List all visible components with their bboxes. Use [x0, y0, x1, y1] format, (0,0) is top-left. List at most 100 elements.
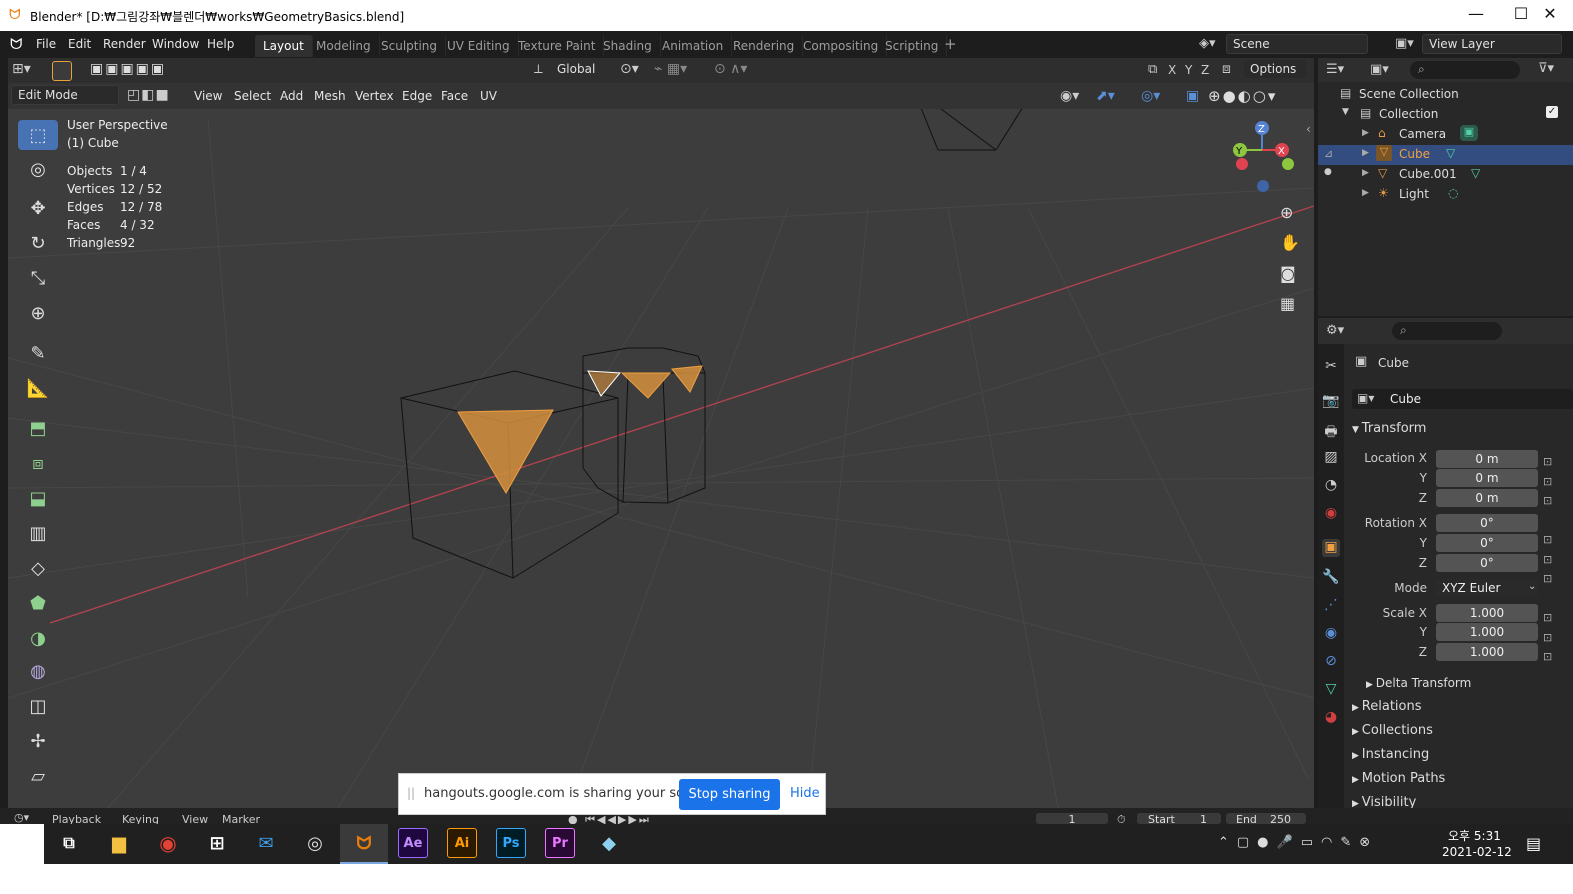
menu-vertex[interactable]: Vertex	[355, 89, 394, 103]
scene-tab-icon[interactable]: ◔	[1322, 477, 1340, 495]
tab-layout[interactable]: Layout	[255, 35, 313, 57]
3d-viewport[interactable]: ⊞▾ ▣▣▣▣▣ ⟂ Global ⊙▾ ⌁ ▦▾ ⊙ ∧▾ ⧉ X Y Z ⧈…	[8, 58, 1314, 808]
scale-tool-icon[interactable]: ⤡	[18, 263, 58, 293]
outliner-item-cube001[interactable]: ● ▶ ▽ Cube.001 ▽	[1318, 165, 1573, 185]
outliner-search-input[interactable]	[1410, 61, 1520, 79]
rotate-tool-icon[interactable]: ↻	[18, 228, 58, 258]
collections-panel[interactable]: ▶ Collections	[1352, 723, 1433, 738]
rotation-y-field[interactable]: 0°	[1436, 534, 1538, 552]
menu-add[interactable]: Add	[280, 89, 303, 103]
filter-icon[interactable]: ⊽▾	[1538, 61, 1554, 76]
expand-arrow-icon[interactable]: ▶	[1362, 128, 1369, 138]
viewport-scene[interactable]	[8, 58, 1314, 808]
task-view-icon[interactable]: ⧉	[54, 828, 84, 858]
tab-texture-paint[interactable]: Texture Paint	[510, 35, 605, 57]
outliner-item-light[interactable]: ▶ ☀ Light ◌	[1318, 185, 1573, 205]
tab-animation[interactable]: Animation	[654, 35, 733, 57]
file-explorer-icon[interactable]: ▆	[104, 828, 134, 858]
premiere-icon[interactable]: Pr	[545, 828, 575, 858]
camera-view-icon[interactable]: ◙	[1280, 264, 1296, 283]
scene-collection-row[interactable]: ▤ Scene Collection	[1318, 85, 1573, 105]
pan-hand-icon[interactable]: ✋	[1280, 233, 1300, 252]
mode-dropdown[interactable]: Edit Mode	[11, 85, 119, 105]
stop-sharing-button[interactable]: Stop sharing	[679, 779, 780, 810]
menu-uv[interactable]: UV	[480, 89, 497, 103]
tab-compositing[interactable]: Compositing	[795, 35, 888, 57]
app-swirl-icon[interactable]: ◎	[300, 828, 330, 858]
drag-handle-icon[interactable]: ||	[407, 786, 415, 800]
display-mode-icon[interactable]: ▣▾	[1370, 62, 1389, 77]
scale-z-field[interactable]: 1.000	[1436, 643, 1538, 661]
properties-search-input[interactable]	[1392, 322, 1502, 340]
snap-icon[interactable]: ⌁ ▦▾	[654, 61, 687, 77]
physics-tab-icon[interactable]: ◉	[1322, 625, 1340, 643]
tool-tab-icon[interactable]: ✂	[1322, 358, 1340, 376]
mesh-data-icon[interactable]: ▽	[1446, 146, 1455, 160]
object-tab-icon[interactable]: ▣	[1322, 539, 1340, 557]
photoshop-icon[interactable]: Ps	[496, 828, 526, 858]
current-frame-field[interactable]: 1	[1036, 813, 1108, 826]
tab-scripting[interactable]: Scripting	[877, 35, 948, 57]
scale-y-field[interactable]: 1.000	[1436, 623, 1538, 641]
proportional-edit-icon[interactable]: ⊙ ∧▾	[714, 61, 747, 77]
modifier-tab-icon[interactable]: 🔧	[1322, 569, 1340, 587]
menu-mesh[interactable]: Mesh	[314, 89, 346, 103]
collection-checkbox[interactable]: ✓	[1546, 106, 1558, 118]
mesh-data-icon[interactable]: ▽	[1471, 166, 1480, 180]
notification-icon[interactable]: ▤	[1526, 834, 1541, 853]
system-tray-icons[interactable]: ⌃▢●🎤▭◠✎⊗	[1218, 835, 1378, 850]
menu-edit[interactable]: Edit	[68, 37, 91, 51]
outliner-item-cube[interactable]: ⊿ ▶ ▽ Cube ▽	[1318, 145, 1573, 165]
minimize-button[interactable]: —	[1453, 4, 1499, 23]
close-button[interactable]: ✕	[1527, 4, 1573, 23]
selection-mode-icons[interactable]: ▣▣▣▣▣	[90, 61, 166, 77]
clock-date[interactable]: 2021-02-12	[1442, 845, 1512, 859]
light-data-icon[interactable]: ◌	[1448, 186, 1458, 200]
visibility-icon[interactable]: ◉▾	[1060, 88, 1079, 104]
measure-tool-icon[interactable]: 📐	[18, 373, 58, 403]
illustrator-icon[interactable]: Ai	[447, 828, 477, 858]
auto-merge-icon[interactable]: ⧈	[1222, 61, 1231, 77]
hide-button[interactable]: Hide	[790, 786, 820, 801]
expand-arrow-icon[interactable]: ▶	[1362, 188, 1369, 198]
menu-view[interactable]: View	[194, 89, 222, 103]
bevel-tool-icon[interactable]: ⬓	[18, 483, 58, 513]
spin-tool-icon[interactable]: ◑	[18, 623, 58, 653]
menu-help[interactable]: Help	[207, 37, 234, 51]
mirror-icon[interactable]: ⧉	[1148, 62, 1157, 77]
transform-tool-icon[interactable]: ⊕	[18, 298, 58, 328]
view-layer-tab-icon[interactable]: ▨	[1322, 449, 1340, 467]
tab-modeling[interactable]: Modeling	[308, 35, 380, 57]
edit-mode-toggle-icon[interactable]: ⊿	[1324, 147, 1333, 160]
cursor-tool-icon[interactable]: ◎	[18, 154, 58, 184]
expand-arrow-icon[interactable]: ▶	[1362, 168, 1369, 178]
scene-field[interactable]: Scene	[1226, 34, 1368, 54]
select-mode-icon[interactable]	[52, 61, 72, 81]
navigation-gizmo[interactable]: Z X Y	[1222, 120, 1302, 200]
menu-render[interactable]: Render	[103, 37, 146, 51]
edge-slide-tool-icon[interactable]: ◫	[18, 691, 58, 721]
timeline-editor-icon[interactable]: ◷▾	[14, 811, 29, 824]
move-tool-icon[interactable]: ✥	[18, 193, 58, 223]
knife-tool-icon[interactable]: ◇	[18, 553, 58, 583]
collection-row[interactable]: ▼ ▤ Collection ✓	[1318, 105, 1573, 125]
smooth-tool-icon[interactable]: ◍	[18, 656, 58, 686]
clock-time[interactable]: 오후 5:31	[1448, 827, 1501, 844]
world-tab-icon[interactable]: ◉	[1322, 505, 1340, 523]
mirror-x[interactable]: X	[1168, 63, 1176, 77]
object-name-field[interactable]	[1352, 389, 1573, 409]
loop-cut-tool-icon[interactable]: ▥	[18, 518, 58, 548]
tab-rendering[interactable]: Rendering	[725, 35, 804, 57]
blender-menu-icon[interactable]: ᗢ	[10, 35, 22, 53]
menu-window[interactable]: Window	[152, 37, 199, 51]
delta-transform-panel[interactable]: ▶ Delta Transform	[1366, 676, 1471, 690]
camera-data-icon[interactable]: ▣	[1460, 125, 1478, 141]
menu-edge[interactable]: Edge	[402, 89, 432, 103]
particles-tab-icon[interactable]: ⋰	[1322, 597, 1340, 615]
location-z-field[interactable]: 0 m	[1436, 489, 1538, 507]
store-icon[interactable]: ⊞	[202, 828, 232, 858]
transform-panel-header[interactable]: ▼ Transform	[1352, 421, 1426, 436]
scale-x-field[interactable]: 1.000	[1436, 604, 1538, 622]
view-layer-field[interactable]: View Layer	[1422, 34, 1562, 54]
menu-select[interactable]: Select	[234, 89, 271, 103]
